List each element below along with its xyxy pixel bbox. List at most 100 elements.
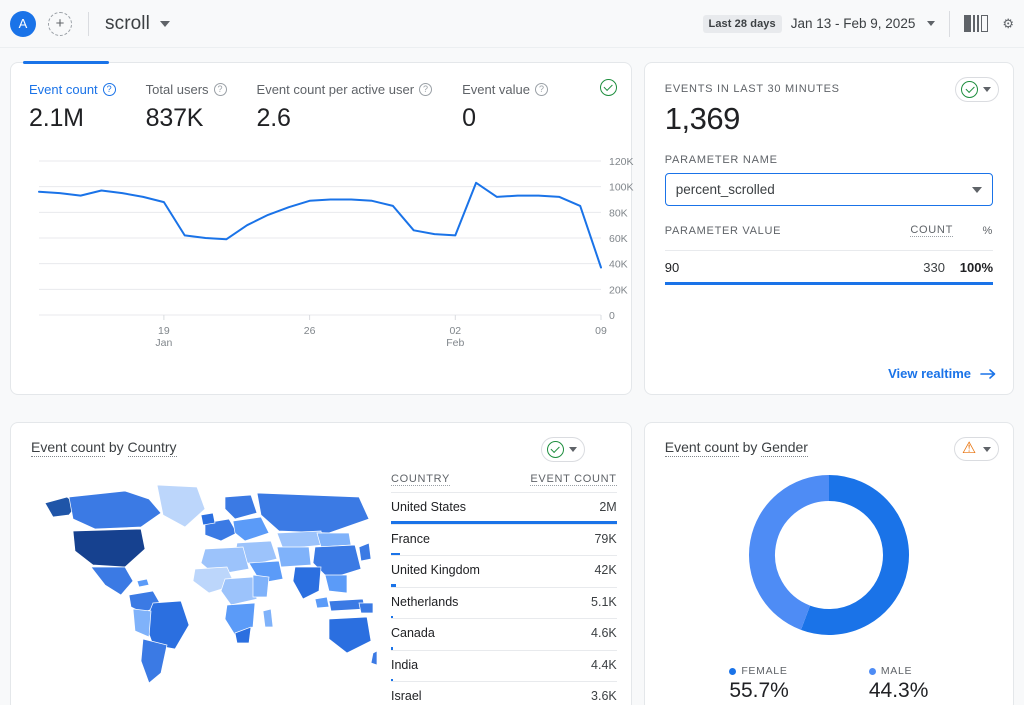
geo-row-line: United States 2M bbox=[391, 500, 617, 521]
geo-title-metric[interactable]: Event count bbox=[31, 439, 105, 457]
gender-title-dimension[interactable]: Gender bbox=[761, 439, 808, 457]
legend-value: 55.7% bbox=[729, 679, 789, 702]
line-chart-svg: 0 20K 40K 60K 80K 100K 120K 19Jan 26 02Feb 09 bbox=[38, 156, 634, 349]
svg-text:100K: 100K bbox=[609, 182, 634, 194]
geo-title-dimension[interactable]: Country bbox=[127, 439, 177, 457]
date-range-chip[interactable]: Last 28 days bbox=[702, 14, 782, 33]
check-circle-icon bbox=[961, 81, 978, 98]
table-row[interactable]: United States 2M bbox=[391, 492, 617, 524]
gender-donut-chart[interactable] bbox=[747, 473, 911, 642]
geo-card: Event count by Country COUNTRY EVENT COU… bbox=[10, 422, 632, 705]
geo-country: Canada bbox=[391, 626, 435, 640]
help-icon[interactable]: ? bbox=[213, 83, 227, 96]
col-count[interactable]: COUNT bbox=[910, 224, 953, 237]
geo-row-line: Netherlands 5.1K bbox=[391, 595, 617, 616]
geo-value: 4.4K bbox=[591, 657, 617, 672]
geo-country: United States bbox=[391, 500, 467, 514]
table-row[interactable]: Netherlands 5.1K bbox=[391, 586, 617, 618]
geo-title-by: by bbox=[108, 439, 124, 455]
geo-country: France bbox=[391, 531, 430, 546]
chevron-down-icon[interactable] bbox=[983, 87, 991, 92]
legend-dot bbox=[868, 667, 876, 675]
param-count: 330 bbox=[923, 260, 945, 275]
check-circle-icon bbox=[599, 79, 617, 96]
geo-row-line: Canada 4.6K bbox=[391, 626, 617, 647]
param-percent: 100% bbox=[959, 260, 993, 275]
col-event-count[interactable]: EVENT COUNT bbox=[530, 473, 617, 486]
geo-table-header: COUNTRY EVENT COUNT bbox=[391, 473, 617, 492]
geo-country: Netherlands bbox=[391, 594, 459, 609]
col-percent: % bbox=[982, 225, 993, 237]
comparison-icon[interactable] bbox=[964, 15, 989, 32]
gender-card: Event count by Gender ⚠ FEMALE 55.7% MAL… bbox=[643, 422, 1014, 705]
svg-text:0: 0 bbox=[609, 310, 615, 322]
geo-card-title: Event count by Country bbox=[11, 423, 631, 457]
geo-value: 5.1K bbox=[591, 594, 617, 609]
parameter-name-value: percent_scrolled bbox=[675, 182, 775, 197]
metric-label-text: Event count per active user bbox=[256, 82, 415, 97]
metric-label-text: Event count bbox=[29, 82, 98, 97]
chevron-down-icon[interactable] bbox=[972, 186, 982, 193]
geo-table-body: United States 2M France 79K United Kingd… bbox=[391, 492, 617, 705]
parameter-table-row[interactable]: 90 330 100% bbox=[664, 250, 993, 285]
check-circle-icon bbox=[546, 441, 564, 458]
metric-event-count-per-active-user[interactable]: Event count per active user ? 2.6 bbox=[257, 82, 433, 133]
date-range-text[interactable]: Jan 13 - Feb 9, 2025 bbox=[791, 16, 916, 31]
metric-value: 2.1M bbox=[29, 104, 84, 132]
metric-label: Event count per active user ? bbox=[257, 82, 433, 97]
geo-status-badge[interactable] bbox=[540, 437, 585, 462]
geo-value: 4.6K bbox=[591, 626, 617, 640]
geo-row-line: India 4.4K bbox=[391, 658, 617, 679]
svg-text:60K: 60K bbox=[609, 233, 628, 245]
metric-event-count[interactable]: Event count ? 2.1M bbox=[29, 82, 116, 133]
warning-triangle-icon: ⚠ bbox=[961, 440, 977, 457]
world-map-svg bbox=[44, 484, 378, 684]
parameter-name-label: PARAMETER NAME bbox=[664, 154, 778, 166]
table-row[interactable]: India 4.4K bbox=[391, 649, 617, 681]
world-map-chart[interactable] bbox=[29, 475, 378, 690]
legend-label-row: MALE bbox=[868, 665, 929, 677]
table-row[interactable]: France 79K bbox=[391, 523, 617, 555]
table-row[interactable]: Canada 4.6K bbox=[391, 618, 617, 650]
svg-text:Jan: Jan bbox=[155, 337, 172, 349]
help-icon[interactable]: ? bbox=[102, 83, 116, 96]
geo-country: United Kingdom bbox=[391, 563, 480, 577]
account-avatar[interactable]: A bbox=[10, 10, 36, 37]
help-icon[interactable]: ? bbox=[419, 83, 433, 96]
view-realtime-link[interactable]: View realtime bbox=[888, 366, 997, 381]
view-realtime-label: View realtime bbox=[888, 366, 971, 381]
overview-card: Event count ? 2.1M Total users ? 837K Ev… bbox=[10, 61, 634, 395]
property-name[interactable]: scroll bbox=[105, 13, 150, 35]
table-row[interactable]: United Kingdom 42K bbox=[391, 555, 617, 587]
metric-event-value[interactable]: Event value ? 0 bbox=[462, 82, 548, 133]
help-icon[interactable]: ? bbox=[535, 83, 548, 96]
table-row[interactable]: Israel 3.6K bbox=[391, 681, 617, 705]
svg-text:80K: 80K bbox=[609, 207, 628, 219]
gender-legend: FEMALE 55.7% MALE 44.3% bbox=[645, 665, 1013, 703]
gender-status-badge[interactable]: ⚠ bbox=[954, 437, 999, 461]
svg-text:20K: 20K bbox=[609, 284, 628, 296]
realtime-status-badge[interactable] bbox=[955, 77, 999, 102]
geo-row-line: France 79K bbox=[391, 532, 617, 553]
chevron-down-icon[interactable] bbox=[983, 446, 991, 452]
metric-total-users[interactable]: Total users ? 837K bbox=[146, 82, 227, 133]
col-country[interactable]: COUNTRY bbox=[391, 473, 451, 486]
gender-title-metric[interactable]: Event count bbox=[664, 439, 739, 457]
geo-country: Israel bbox=[391, 689, 422, 703]
donut-svg bbox=[748, 475, 909, 635]
gear-icon[interactable]: ⚙ bbox=[1002, 16, 1014, 32]
divider bbox=[949, 10, 951, 37]
geo-row-line: Israel 3.6K bbox=[391, 689, 617, 705]
add-property-button[interactable]: + bbox=[48, 11, 72, 36]
chevron-down-icon[interactable] bbox=[568, 447, 577, 452]
parameter-name-select[interactable]: percent_scrolled bbox=[664, 173, 993, 206]
metric-label: Event count ? bbox=[29, 82, 116, 97]
date-chevron-down-icon[interactable] bbox=[927, 21, 936, 26]
geo-value: 2M bbox=[599, 500, 617, 514]
geo-value: 79K bbox=[594, 531, 617, 546]
geo-country: India bbox=[391, 657, 419, 672]
svg-text:26: 26 bbox=[304, 325, 316, 337]
chevron-down-icon[interactable] bbox=[159, 20, 170, 27]
svg-text:19: 19 bbox=[158, 325, 170, 337]
top-bar: A + scroll Last 28 days Jan 13 - Feb 9, … bbox=[0, 0, 1024, 48]
